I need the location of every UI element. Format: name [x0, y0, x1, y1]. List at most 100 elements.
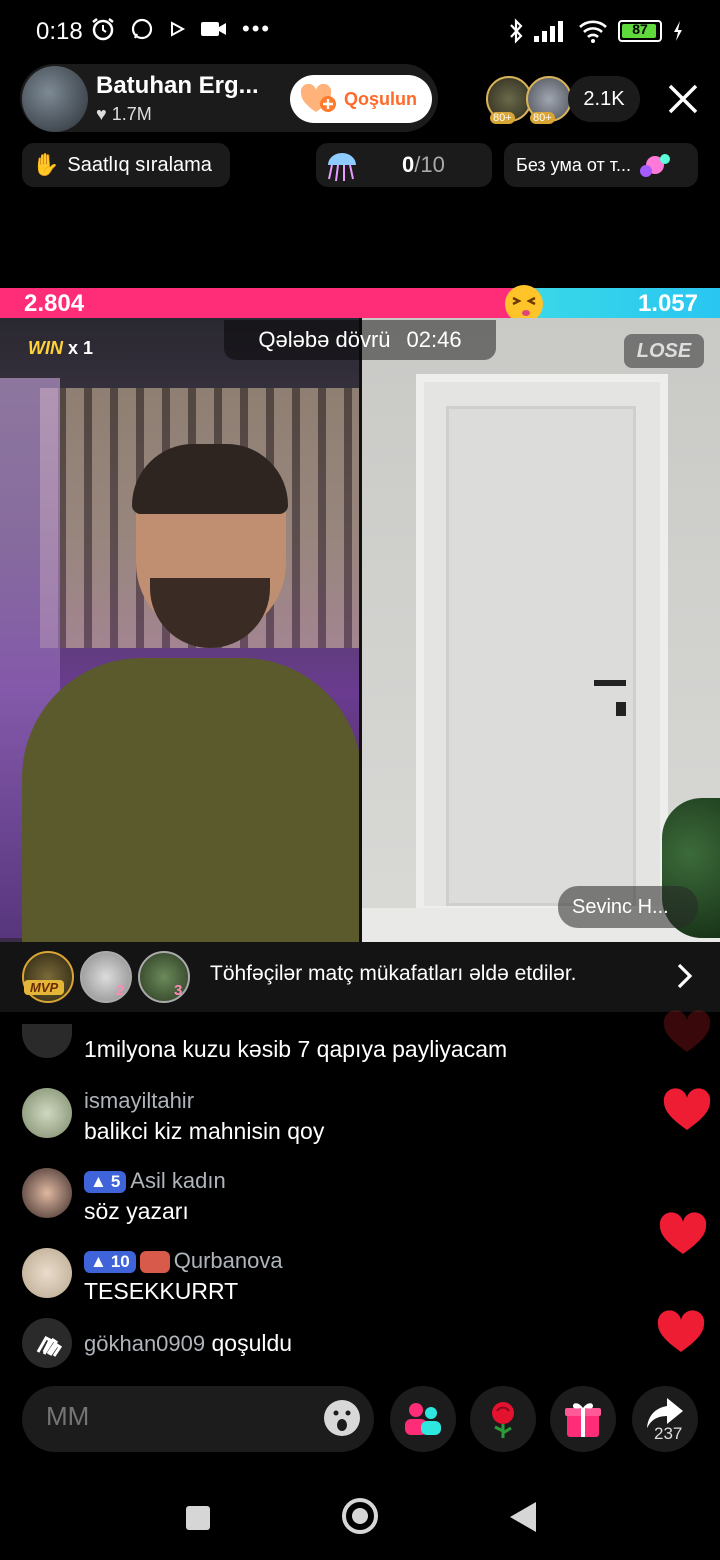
chat-username[interactable]: Asil kadın — [130, 1168, 225, 1193]
status-bar: 0:18 ••• 87 — [0, 0, 720, 64]
status-time: 0:18 — [36, 18, 83, 45]
hourly-ranking-pill[interactable]: ✋ Saatlıq sıralama — [22, 143, 230, 187]
goal-current: 0 — [402, 152, 415, 177]
lose-badge: LOSE — [624, 334, 704, 368]
emoji-icon[interactable] — [322, 1398, 362, 1438]
mvp-badge: MVP — [24, 980, 65, 995]
heart-small-icon: ♥ — [96, 104, 107, 124]
chevron-right-icon[interactable] — [674, 962, 696, 990]
goal-total: /10 — [414, 152, 445, 177]
heart-icon — [659, 1212, 707, 1254]
host-avatar[interactable] — [22, 66, 88, 132]
video-camera-icon — [201, 22, 226, 36]
heart-icon — [657, 1310, 705, 1352]
people-icon — [405, 1403, 441, 1435]
song-label: Без ума от т... — [516, 154, 631, 175]
win-label: WIN — [28, 338, 63, 358]
user-level-badge: ▲ 10 — [84, 1251, 136, 1274]
gift-icon — [565, 1403, 601, 1437]
rose-icon — [492, 1402, 514, 1438]
gifter-rank-2: 2 — [116, 982, 125, 999]
win-count: x 1 — [68, 338, 94, 358]
user-level: 5 — [110, 1172, 121, 1192]
status-notification-icons: ••• — [90, 16, 271, 42]
user-level: 10 — [110, 1252, 130, 1272]
gifter-rank-3: 3 — [174, 982, 183, 999]
join-button[interactable]: Qoşulun — [290, 75, 432, 123]
gifters-text: Töhfəçilər matç mükafatları əldə etdilər… — [210, 962, 577, 985]
more-icon: ••• — [242, 16, 272, 41]
goal-progress: 0/10 — [402, 152, 445, 178]
song-pill[interactable]: Без ума от т... — [504, 143, 698, 187]
cherry-blossom-icon — [639, 154, 670, 177]
host-likes: ♥ 1.7M — [96, 104, 152, 125]
heart-plus-icon — [300, 84, 336, 112]
chat-username[interactable]: Qurbanova — [174, 1248, 283, 1273]
multi-guest-button[interactable] — [390, 1386, 456, 1452]
battle-score-bar — [0, 288, 720, 318]
alarm-icon — [92, 18, 114, 41]
guest-name-pill[interactable]: Sevinc H... — [558, 886, 698, 928]
score-left: 2.804 — [24, 290, 85, 317]
charging-icon — [674, 21, 682, 41]
chat-message-text: balikci kiz mahnisin qoy — [84, 1118, 325, 1144]
gift-button[interactable] — [550, 1386, 616, 1452]
comment-input[interactable] — [44, 1400, 308, 1433]
chat-username[interactable]: ismayiltahir — [84, 1088, 324, 1114]
triangle-icon: ▲ — [90, 1172, 107, 1192]
join-button-label: Qoşulun — [344, 88, 417, 109]
chat-join-message: gökhan0909 qoşuldu — [22, 1318, 292, 1368]
win-streak-badge: WIN x 1 — [28, 338, 93, 359]
thumbs-up-icon: ✋ — [32, 152, 60, 177]
chat-message: 1milyona kuzu kəsib 7 qapıya payliyacam — [22, 1024, 507, 1063]
jellyfish-icon — [328, 153, 356, 182]
fan-club-heart-icon — [139, 1251, 170, 1274]
chat-message-text: TESEKKURRT — [84, 1278, 239, 1304]
share-count: 237 — [654, 1424, 683, 1443]
heart-icon — [663, 1088, 711, 1130]
bluetooth-icon — [510, 18, 523, 44]
battery-level: 87 — [632, 21, 648, 37]
rose-gift-button[interactable] — [470, 1386, 536, 1452]
system-nav-bar — [0, 1476, 720, 1560]
signal-icon — [534, 21, 563, 42]
chat-avatar[interactable] — [22, 1024, 72, 1058]
goal-pill[interactable]: 0/10 — [316, 143, 492, 187]
user-level-badge: ▲ 5 — [84, 1171, 127, 1194]
triangle-icon: ▲ — [90, 1252, 107, 1272]
close-icon[interactable] — [666, 82, 700, 116]
host-likes-count: 1.7M — [111, 104, 152, 124]
viewer-level-badge: 80+ — [490, 112, 515, 124]
wifi-icon — [579, 20, 607, 43]
battery-icon: 87 — [618, 20, 662, 42]
top-viewer-avatar[interactable]: 80+ — [526, 76, 572, 124]
gifter-avatar-mvp[interactable] — [22, 951, 74, 1003]
recents-icon[interactable] — [184, 1504, 212, 1532]
chat-avatar[interactable] — [22, 1248, 72, 1298]
host-video-pane[interactable] — [0, 318, 360, 942]
chat-avatar[interactable] — [22, 1088, 72, 1138]
viewer-count[interactable]: 2.1K — [568, 76, 640, 122]
heart-icon — [663, 1010, 711, 1052]
chat-message: ▲ 5 Asil kadın söz yazarı — [22, 1168, 226, 1225]
chat-message-text: qoşuldu — [211, 1329, 293, 1356]
wave-hand-icon — [22, 1318, 72, 1368]
round-label: Qələbə dövrü — [258, 327, 391, 352]
chat-message-text: 1milyona kuzu kəsib 7 qapıya payliyacam — [84, 1036, 508, 1062]
play-icon — [171, 21, 186, 37]
battle-round-timer: Qələbə dövrü 02:46 — [224, 320, 496, 360]
score-right: 1.057 — [637, 290, 698, 317]
guest-video-pane[interactable] — [362, 318, 720, 942]
back-icon[interactable] — [508, 1500, 538, 1534]
chat-avatar[interactable] — [22, 1168, 72, 1218]
round-timer: 02:46 — [406, 327, 462, 352]
viewer-level-badge: 80+ — [530, 112, 555, 124]
chat-username[interactable]: gökhan0909 — [84, 1331, 205, 1356]
chat-message-text: söz yazarı — [84, 1198, 189, 1224]
chat-message: ▲ 10 Qurbanova TESEKKURRT — [22, 1248, 283, 1305]
home-icon[interactable] — [340, 1496, 380, 1536]
whatsapp-icon — [131, 18, 153, 40]
status-system-icons: 87 — [508, 18, 684, 44]
host-name[interactable]: Batuhan Erg... — [96, 72, 286, 100]
hourly-ranking-label: Saatlıq sıralama — [67, 153, 212, 176]
